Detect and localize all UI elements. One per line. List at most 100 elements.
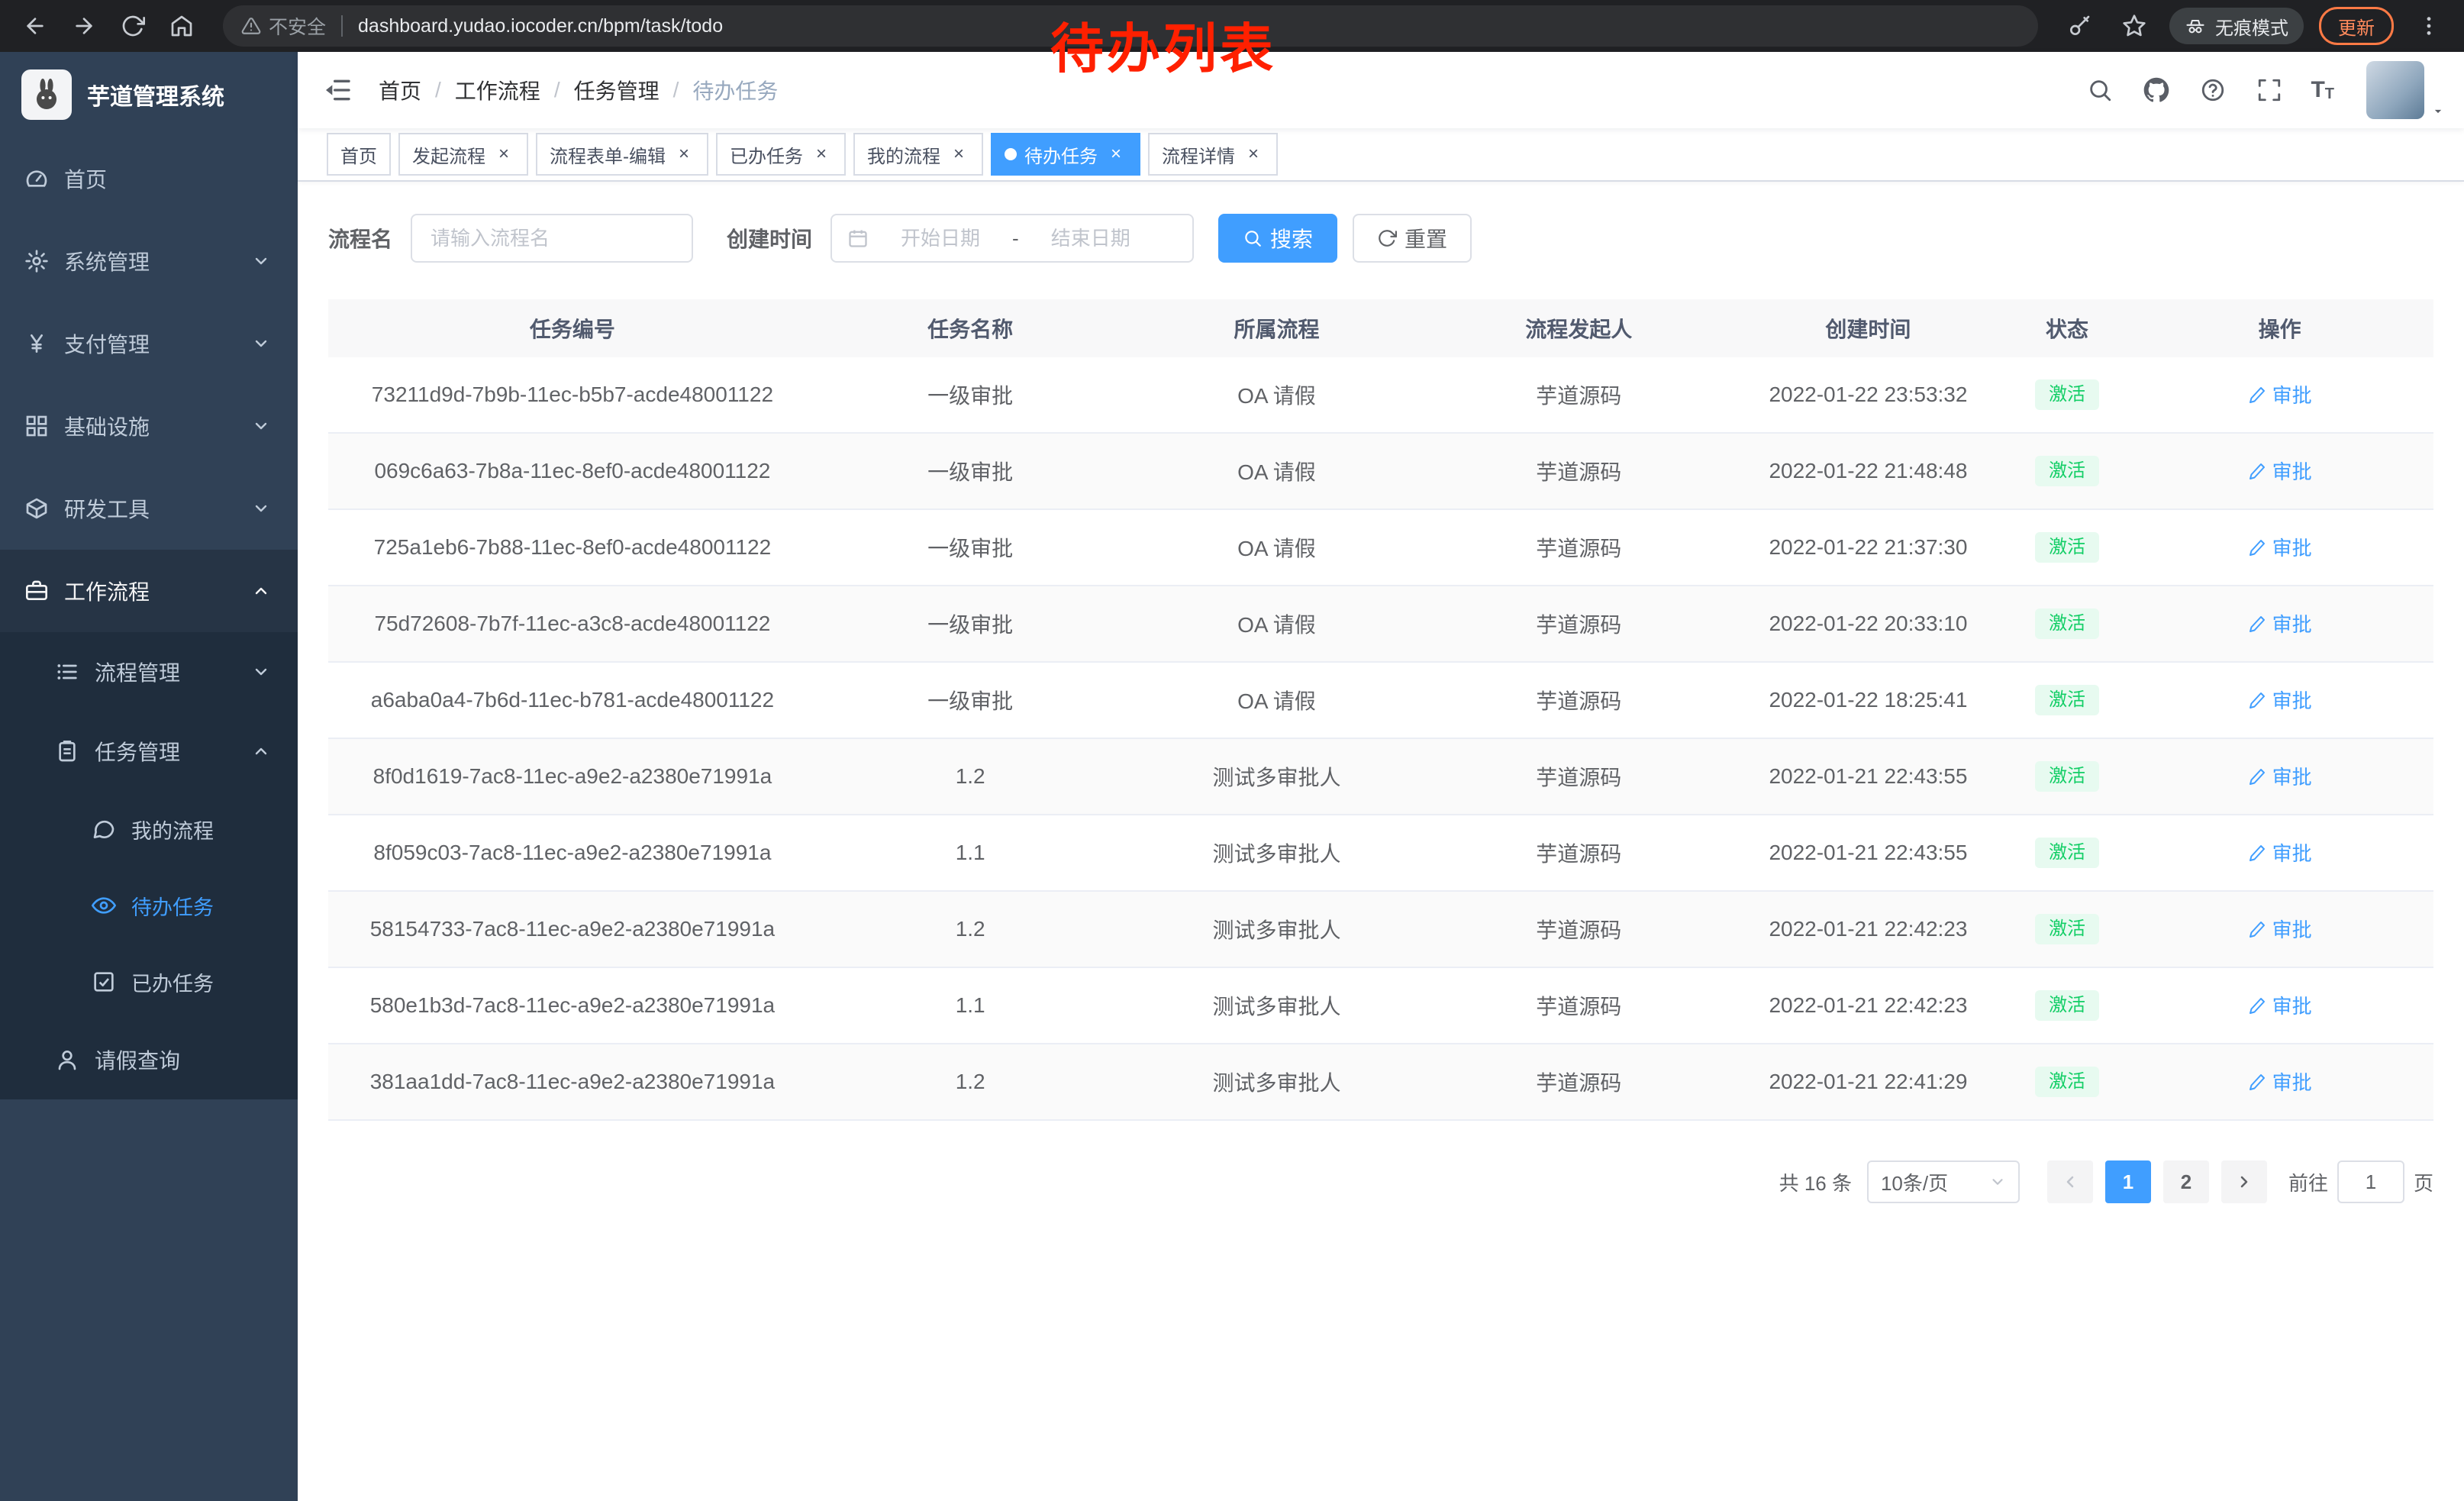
edit-icon bbox=[2248, 996, 2266, 1015]
breadcrumb-item[interactable]: 任务管理 bbox=[574, 75, 660, 105]
breadcrumb-item[interactable]: 工作流程 bbox=[455, 75, 540, 105]
tab-流程表单-编辑[interactable]: 流程表单-编辑 × bbox=[536, 133, 708, 176]
close-icon[interactable]: × bbox=[1243, 144, 1264, 165]
sidebar-item-process-management[interactable]: 流程管理 bbox=[0, 632, 298, 712]
tab-已办任务[interactable]: 已办任务 × bbox=[716, 133, 846, 176]
cell-task-id: 069c6a63-7b8a-11ec-8ef0-acde48001122 bbox=[328, 459, 817, 483]
sidebar-item-home[interactable]: 首页 bbox=[0, 137, 298, 220]
start-date-input[interactable] bbox=[878, 225, 1003, 252]
help-icon[interactable] bbox=[2198, 75, 2228, 105]
close-icon[interactable]: × bbox=[811, 144, 832, 165]
table-row: 58154733-7ac8-11ec-a9e2-a2380e71991a 1.2… bbox=[328, 892, 2433, 968]
cell-actions: 审批 bbox=[2126, 838, 2433, 867]
list-icon bbox=[55, 660, 79, 684]
process-name-input[interactable] bbox=[411, 214, 693, 263]
approve-link[interactable]: 审批 bbox=[2248, 380, 2312, 408]
page-size-value: 10条/页 bbox=[1881, 1168, 1948, 1196]
user-icon bbox=[55, 1047, 79, 1072]
chevron-icon bbox=[252, 582, 270, 600]
sidebar-item-workflow[interactable]: 工作流程 bbox=[0, 550, 298, 632]
chrome-right-controls: 无痕模式 更新 bbox=[2059, 6, 2449, 46]
cell-task-id: 8f059c03-7ac8-11ec-a9e2-a2380e71991a bbox=[328, 841, 817, 865]
approve-link[interactable]: 审批 bbox=[2248, 991, 2312, 1019]
security-status[interactable]: 不安全 bbox=[241, 12, 326, 40]
fullscreen-icon[interactable] bbox=[2254, 75, 2285, 105]
font-size-icon[interactable]: TT bbox=[2311, 79, 2334, 102]
page-size-select[interactable]: 10条/页 bbox=[1867, 1160, 2020, 1203]
tab-流程详情[interactable]: 流程详情 × bbox=[1148, 133, 1278, 176]
sidebar-item-leave-query[interactable]: 请假查询 bbox=[0, 1020, 298, 1099]
goto-page-input[interactable] bbox=[2337, 1160, 2404, 1203]
logo-row[interactable]: 芋道管理系统 bbox=[0, 52, 298, 137]
cell-task-name: 1.2 bbox=[817, 917, 1124, 941]
search-button[interactable]: 搜索 bbox=[1218, 214, 1337, 263]
approve-link[interactable]: 审批 bbox=[2248, 915, 2312, 943]
approve-link[interactable]: 审批 bbox=[2248, 609, 2312, 638]
approve-link[interactable]: 审批 bbox=[2248, 1067, 2312, 1096]
bookmark-star-icon[interactable] bbox=[2114, 6, 2154, 46]
tab-发起流程[interactable]: 发起流程 × bbox=[398, 133, 528, 176]
close-icon[interactable]: × bbox=[1105, 144, 1127, 165]
tab-待办任务[interactable]: 待办任务 × bbox=[991, 133, 1140, 176]
avatar[interactable] bbox=[2366, 61, 2424, 119]
browser-forward-icon[interactable] bbox=[64, 6, 104, 46]
next-page-button[interactable] bbox=[2221, 1160, 2267, 1203]
date-range-picker[interactable]: - bbox=[830, 214, 1194, 263]
cell-task-id: 580e1b3d-7ac8-11ec-a9e2-a2380e71991a bbox=[328, 993, 817, 1018]
close-icon[interactable]: × bbox=[673, 144, 695, 165]
user-menu[interactable] bbox=[2366, 61, 2446, 119]
tab-我的流程[interactable]: 我的流程 × bbox=[853, 133, 983, 176]
table-row: a6aba0a4-7b6d-11ec-b781-acde48001122 一级审… bbox=[328, 663, 2433, 739]
tab-label: 流程表单-编辑 bbox=[550, 141, 666, 168]
sidebar-item-my-process[interactable]: 我的流程 bbox=[0, 791, 298, 867]
search-icon[interactable] bbox=[2085, 75, 2115, 105]
close-icon[interactable]: × bbox=[948, 144, 969, 165]
sidebar-item-devtools[interactable]: 研发工具 bbox=[0, 467, 298, 550]
annotation-title: 待办列表 bbox=[1050, 6, 1276, 83]
sidebar-item-task-management[interactable]: 任务管理 bbox=[0, 712, 298, 791]
prev-page-button[interactable] bbox=[2047, 1160, 2093, 1203]
sidebar-item-done-task[interactable]: 已办任务 bbox=[0, 944, 298, 1020]
grid-icon bbox=[24, 414, 49, 438]
sidebar-toggle-icon[interactable] bbox=[321, 73, 354, 107]
end-date-input[interactable] bbox=[1028, 225, 1153, 252]
cell-status: 激活 bbox=[2008, 914, 2126, 945]
approve-link[interactable]: 审批 bbox=[2248, 762, 2312, 790]
table-header-cell: 状态 bbox=[2008, 313, 2126, 344]
browser-refresh-icon[interactable] bbox=[113, 6, 153, 46]
cell-task-id: a6aba0a4-7b6d-11ec-b781-acde48001122 bbox=[328, 688, 817, 712]
github-icon[interactable] bbox=[2141, 75, 2172, 105]
browser-home-icon[interactable] bbox=[162, 6, 202, 46]
approve-link-label: 审批 bbox=[2272, 609, 2312, 638]
approve-link[interactable]: 审批 bbox=[2248, 686, 2312, 714]
browser-back-icon[interactable] bbox=[15, 6, 55, 46]
cell-task-name: 一级审批 bbox=[817, 456, 1124, 486]
key-icon[interactable] bbox=[2059, 6, 2099, 46]
reset-button[interactable]: 重置 bbox=[1353, 214, 1472, 263]
approve-link[interactable]: 审批 bbox=[2248, 533, 2312, 561]
edit-icon bbox=[2248, 1073, 2266, 1091]
cell-create-time: 2022-01-22 21:48:48 bbox=[1728, 459, 2008, 483]
cell-create-time: 2022-01-22 18:25:41 bbox=[1728, 688, 2008, 712]
eye-icon bbox=[92, 893, 116, 918]
page-button-1[interactable]: 1 bbox=[2105, 1160, 2151, 1203]
approve-link[interactable]: 审批 bbox=[2248, 457, 2312, 485]
approve-link-label: 审批 bbox=[2272, 762, 2312, 790]
caret-down-icon bbox=[2430, 104, 2446, 119]
update-button[interactable]: 更新 bbox=[2319, 7, 2394, 45]
cell-create-time: 2022-01-21 22:42:23 bbox=[1728, 917, 2008, 941]
sidebar-item-infrastructure[interactable]: 基础设施 bbox=[0, 385, 298, 467]
sidebar-item-system[interactable]: 系统管理 bbox=[0, 220, 298, 302]
breadcrumb-item[interactable]: 首页 bbox=[379, 75, 421, 105]
cell-process: 测试多审批人 bbox=[1124, 838, 1430, 868]
cell-actions: 审批 bbox=[2126, 609, 2433, 638]
approve-link[interactable]: 审批 bbox=[2248, 838, 2312, 867]
close-icon[interactable]: × bbox=[493, 144, 514, 165]
browser-menu-icon[interactable] bbox=[2409, 6, 2449, 46]
url-text: dashboard.yudao.iocoder.cn/bpm/task/todo bbox=[358, 15, 723, 37]
sidebar-item-todo-task[interactable]: 待办任务 bbox=[0, 867, 298, 944]
tab-首页[interactable]: 首页 bbox=[327, 133, 391, 176]
page-button-2[interactable]: 2 bbox=[2163, 1160, 2209, 1203]
chevron-down-icon bbox=[1989, 1173, 2006, 1190]
sidebar-item-payment[interactable]: 支付管理 bbox=[0, 302, 298, 385]
